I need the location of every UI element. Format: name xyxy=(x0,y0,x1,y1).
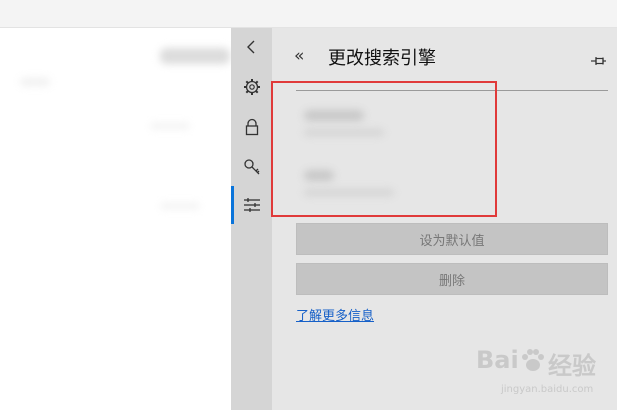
nav-general-settings[interactable] xyxy=(231,70,272,104)
panel-title: 更改搜索引擎 xyxy=(328,48,436,69)
browser-top-bar xyxy=(0,0,617,28)
watermark-brand-b: 经验 xyxy=(548,352,596,380)
set-default-button[interactable]: 设为默认值 xyxy=(296,223,608,255)
blurred-text xyxy=(160,48,230,64)
page-content-blurred xyxy=(0,28,231,410)
pin-icon xyxy=(591,57,606,65)
key-icon xyxy=(243,159,259,175)
paw-icon xyxy=(522,349,544,371)
sliders-icon xyxy=(243,198,260,212)
chevron-left-icon xyxy=(246,40,254,54)
gear-icon xyxy=(243,79,260,95)
blurred-text xyxy=(150,123,190,129)
settings-nav-rail xyxy=(231,28,272,410)
baidu-watermark: Bai 经验 jingyan.baidu.com xyxy=(476,346,617,410)
blurred-text xyxy=(20,78,50,86)
back-chevron-button[interactable]: « xyxy=(294,46,304,66)
pin-button[interactable] xyxy=(591,52,607,71)
watermark-url: jingyan.baidu.com xyxy=(501,384,594,395)
highlight-annotation-box xyxy=(271,81,497,217)
nav-privacy-security[interactable] xyxy=(231,110,272,144)
watermark-brand-a: Bai xyxy=(476,346,519,374)
collapse-chevron-button[interactable] xyxy=(231,30,272,64)
delete-button[interactable]: 删除 xyxy=(296,263,608,295)
learn-more-link[interactable]: 了解更多信息 xyxy=(296,305,374,324)
lock-icon xyxy=(245,118,258,136)
nav-advanced-settings[interactable] xyxy=(231,188,272,222)
nav-passwords[interactable] xyxy=(231,150,272,184)
blurred-text xyxy=(160,203,200,209)
